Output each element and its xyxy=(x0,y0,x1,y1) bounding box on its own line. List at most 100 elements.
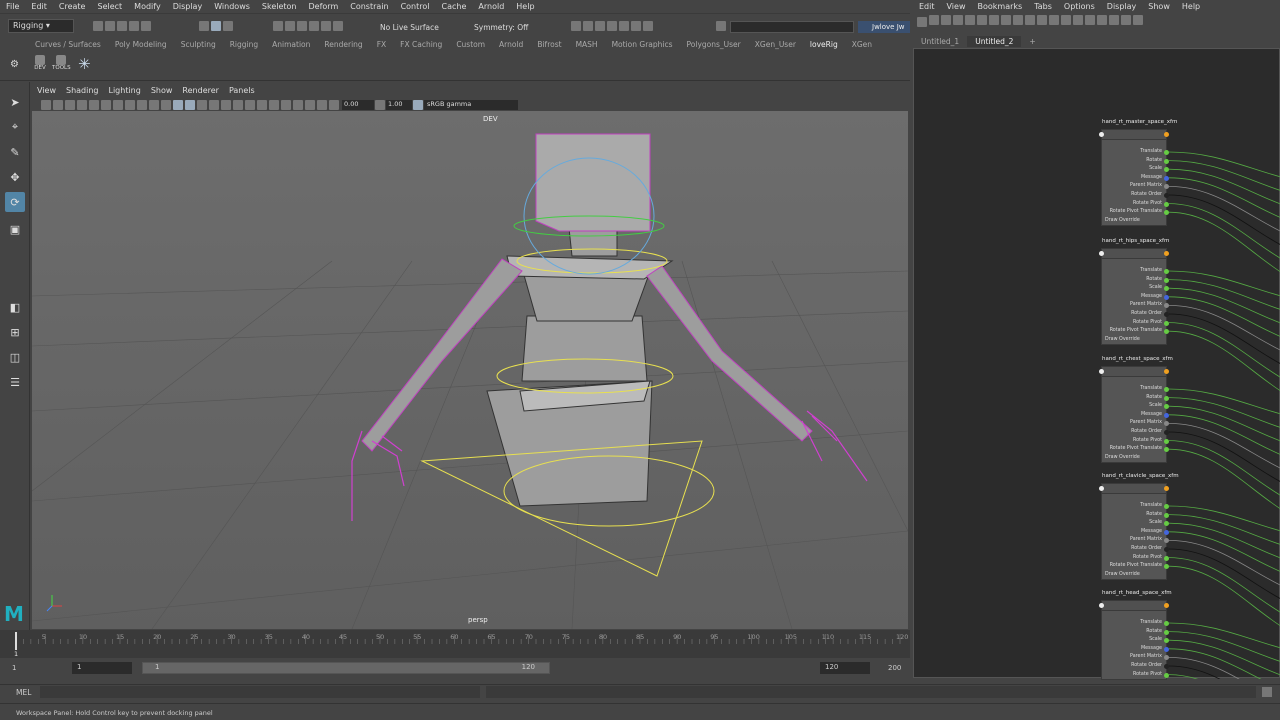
tools-shelf-button[interactable]: TOOLS xyxy=(52,55,71,77)
attribute-port[interactable] xyxy=(1164,629,1169,635)
attribute-port[interactable] xyxy=(1164,320,1169,326)
vp-menu-lighting[interactable]: Lighting xyxy=(103,86,145,98)
graph-io-icon[interactable] xyxy=(929,15,939,25)
menu-windows[interactable]: Windows xyxy=(208,2,256,11)
menu-constrain[interactable]: Constrain xyxy=(344,2,394,11)
bookmark-icon[interactable] xyxy=(65,99,75,110)
gamma-field[interactable]: 1.00 xyxy=(386,99,412,110)
vp-menu-shading[interactable]: Shading xyxy=(61,86,104,98)
node-attribute[interactable]: Translate xyxy=(1102,385,1169,394)
safe-title-icon[interactable] xyxy=(161,99,171,110)
shadows-icon[interactable] xyxy=(221,99,231,110)
render-view-icon[interactable] xyxy=(571,21,581,31)
vp-menu-panels[interactable]: Panels xyxy=(224,86,260,98)
menu-create[interactable]: Create xyxy=(53,2,92,11)
backface-icon[interactable] xyxy=(317,99,327,110)
quick-select-field[interactable] xyxy=(730,21,854,33)
render-frame-icon[interactable] xyxy=(583,21,593,31)
select-tool-icon[interactable]: ➤ xyxy=(5,92,25,112)
graph-node[interactable]: hand_rt_hips_space_xfm Translate Rotate Sca… xyxy=(1099,238,1169,346)
vp-menu-view[interactable]: View xyxy=(32,86,61,98)
node-attribute[interactable]: Rotate xyxy=(1102,276,1169,285)
shelf-tab-xgen-user[interactable]: XGen_User xyxy=(748,40,803,51)
node-attribute[interactable]: Message xyxy=(1102,293,1169,302)
node-output-port[interactable] xyxy=(1164,486,1169,491)
node-attribute[interactable]: Rotate Order xyxy=(1102,191,1169,200)
node-attribute[interactable]: Scale xyxy=(1102,519,1169,528)
ne-tab-untitled-1[interactable]: Untitled_1 xyxy=(913,37,967,46)
node-header[interactable] xyxy=(1099,130,1169,140)
outliner-layout-icon[interactable]: ☰ xyxy=(5,372,25,392)
film-gate-icon[interactable] xyxy=(101,99,111,110)
attribute-port[interactable] xyxy=(1164,150,1169,155)
node-graph-canvas[interactable] xyxy=(913,48,1280,679)
smooth-shade-icon[interactable] xyxy=(185,99,195,110)
node-header[interactable] xyxy=(1099,249,1169,259)
node-attribute[interactable]: Translate xyxy=(1102,619,1169,628)
node-attribute[interactable]: Rotate xyxy=(1102,394,1169,403)
node-attribute[interactable]: Rotate Pivot xyxy=(1102,554,1169,563)
node-output-port[interactable] xyxy=(1164,603,1169,608)
node-header[interactable] xyxy=(1099,367,1169,377)
menu-help[interactable]: Help xyxy=(510,2,540,11)
depth-of-field-icon[interactable] xyxy=(269,99,279,110)
attribute-port[interactable] xyxy=(1164,504,1169,509)
ipr-render-icon[interactable] xyxy=(595,21,605,31)
shelf-tab-arnold[interactable]: Arnold xyxy=(492,40,530,51)
attribute-port[interactable] xyxy=(1164,311,1169,317)
shelf-tab-fx[interactable]: FX xyxy=(370,40,393,51)
attribute-port[interactable] xyxy=(1164,555,1169,561)
node-attribute[interactable]: Scale xyxy=(1102,636,1169,645)
node-attribute[interactable]: Translate xyxy=(1102,502,1169,511)
attribute-port[interactable] xyxy=(1164,412,1169,418)
shelf-tab-loverig[interactable]: loveRig xyxy=(803,40,845,51)
graph-node[interactable]: hand_rt_master_space_xfm Translate Rotate S… xyxy=(1099,119,1177,227)
ne-menu-display[interactable]: Display xyxy=(1101,2,1143,11)
node-attribute[interactable]: Scale xyxy=(1102,165,1169,174)
bookmark-node-icon[interactable] xyxy=(1109,15,1119,25)
attribute-port[interactable] xyxy=(1164,201,1169,207)
node-attribute[interactable]: Scale xyxy=(1102,402,1169,411)
xray-joints-icon[interactable] xyxy=(305,99,315,110)
node-attribute[interactable]: Parent Matrix xyxy=(1102,653,1169,662)
ne-tab-untitled-2[interactable]: Untitled_2 xyxy=(967,36,1022,47)
node-attribute[interactable]: Rotate Order xyxy=(1102,662,1169,671)
exposure-icon[interactable] xyxy=(329,99,339,110)
node-header[interactable] xyxy=(1099,484,1169,494)
node-attribute[interactable]: Message xyxy=(1102,411,1169,420)
node-attribute[interactable]: Message xyxy=(1102,645,1169,654)
menu-cache[interactable]: Cache xyxy=(436,2,473,11)
attribute-port[interactable] xyxy=(1164,158,1169,164)
node-input-port[interactable] xyxy=(1099,369,1104,374)
symmetry-label[interactable]: Symmetry: Off xyxy=(474,23,528,32)
attribute-port[interactable] xyxy=(1164,429,1169,435)
ne-menu-tabs[interactable]: Tabs xyxy=(1028,2,1058,11)
ne-menu-show[interactable]: Show xyxy=(1142,2,1176,11)
ne-menu-options[interactable]: Options xyxy=(1058,2,1101,11)
undo-icon[interactable] xyxy=(129,21,139,31)
node-attribute[interactable]: Draw Override xyxy=(1102,336,1166,345)
time-ruler[interactable]: 5 10 15 20 25 30 35 40 45 50 55 60 65 70 75 80 85 90 95 100… xyxy=(0,630,910,658)
attribute-port[interactable] xyxy=(1164,672,1169,678)
node-attribute[interactable]: Draw Override xyxy=(1102,217,1166,226)
current-frame-marker[interactable] xyxy=(15,632,17,650)
shelf-tab-motion-graphics[interactable]: Motion Graphics xyxy=(605,40,680,51)
ne-menu-view[interactable]: View xyxy=(941,2,972,11)
node-output-port[interactable] xyxy=(1164,369,1169,374)
vp-menu-renderer[interactable]: Renderer xyxy=(177,86,224,98)
time-slider[interactable]: 5 10 15 20 25 30 35 40 45 50 55 60 65 70 75 80 85 90 95 100… xyxy=(0,630,910,658)
menu-arnold[interactable]: Arnold xyxy=(472,2,510,11)
layout-single-icon[interactable]: ◧ xyxy=(5,297,25,317)
arnold-render-icon[interactable] xyxy=(643,21,653,31)
open-scene-icon[interactable] xyxy=(105,21,115,31)
snap-point-icon[interactable] xyxy=(297,21,307,31)
node-attribute[interactable]: Rotate Order xyxy=(1102,310,1169,319)
frame-selected-icon[interactable] xyxy=(1001,15,1011,25)
rotate-tool-icon[interactable]: ⟳ xyxy=(5,192,25,212)
show-attrs-icon[interactable] xyxy=(1061,15,1071,25)
lasso-tool-icon[interactable]: ⌖ xyxy=(5,117,25,137)
shelf-tab-curves-surfaces[interactable]: Curves / Surfaces xyxy=(28,40,108,51)
render-settings-icon[interactable] xyxy=(607,21,617,31)
script-lang-toggle[interactable]: MEL xyxy=(16,688,31,697)
rig-body[interactable] xyxy=(361,133,813,507)
